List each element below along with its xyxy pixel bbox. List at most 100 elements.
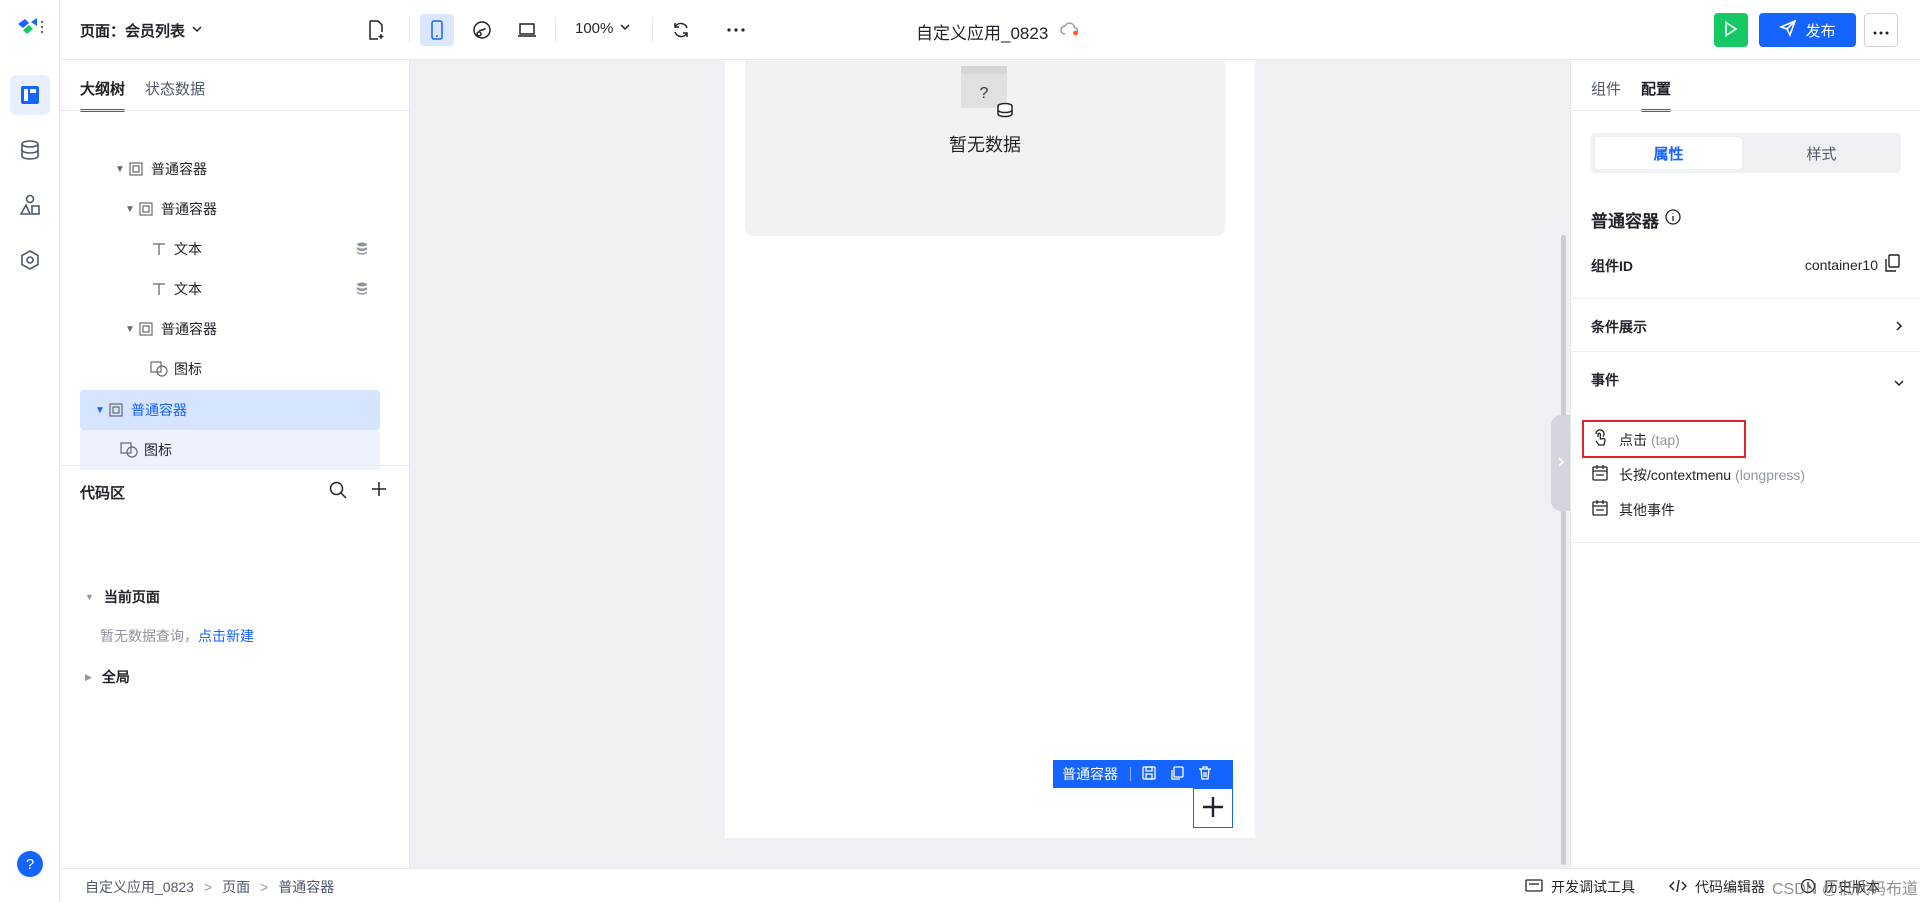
breadcrumb-page[interactable]: 页面 bbox=[222, 877, 250, 897]
run-button[interactable] bbox=[1714, 13, 1748, 47]
component-name: 普通容器 bbox=[1591, 207, 1681, 232]
tab-outline-tree[interactable]: 大纲树 bbox=[80, 78, 126, 112]
tree-node-label: 普通容器 bbox=[131, 402, 187, 418]
code-editor-label: 代码编辑器 bbox=[1695, 879, 1765, 895]
desktop-view-icon[interactable] bbox=[510, 14, 544, 46]
canvas-scrollbar[interactable] bbox=[1561, 235, 1566, 865]
send-icon bbox=[1779, 19, 1797, 41]
page-selector[interactable]: 页面：会员列表 bbox=[80, 20, 203, 41]
tab-components[interactable]: 组件 bbox=[1591, 78, 1621, 99]
tree-node-label: 文本 bbox=[174, 241, 202, 257]
segment-properties[interactable]: 属性 bbox=[1595, 137, 1742, 169]
page-selector-label: 页面：会员列表 bbox=[80, 23, 186, 40]
event-longpress-name: 长按/contextmenu bbox=[1619, 466, 1732, 483]
caret-down-icon[interactable]: ▼ bbox=[115, 164, 127, 175]
caret-down-icon[interactable]: ▼ bbox=[125, 204, 137, 215]
top-bar: 页面：会员列表 100% 自定义应用_0823 发布 bbox=[60, 0, 1920, 60]
publish-label: 发布 bbox=[1805, 22, 1836, 40]
events-section-header[interactable]: 事件 bbox=[1571, 352, 1920, 404]
code-area-title: 代码区 bbox=[80, 485, 126, 502]
caret-down-icon[interactable]: ▼ bbox=[125, 324, 137, 335]
panel-collapse-handle[interactable] bbox=[1551, 415, 1571, 511]
more-actions-button[interactable] bbox=[1864, 13, 1898, 47]
mobile-view-icon[interactable] bbox=[420, 14, 454, 46]
info-icon[interactable] bbox=[1665, 209, 1681, 230]
copy-icon[interactable] bbox=[1169, 765, 1185, 784]
empty-query-text: 暂无数据查询， bbox=[100, 628, 198, 644]
svg-text:?: ? bbox=[26, 856, 34, 873]
caret-down-icon: ▼ bbox=[85, 592, 94, 602]
container-icon bbox=[137, 320, 155, 338]
tree-node-container[interactable]: ▼ 普通容器 bbox=[80, 309, 380, 349]
current-page-group[interactable]: ▼ 当前页面 bbox=[85, 587, 160, 607]
breadcrumb-component[interactable]: 普通容器 bbox=[278, 877, 334, 897]
add-icon[interactable] bbox=[370, 480, 388, 501]
chevron-down-icon bbox=[1893, 374, 1905, 390]
tree-node-label: 普通容器 bbox=[151, 161, 207, 177]
breadcrumb-separator: > bbox=[203, 879, 213, 895]
add-component-button[interactable] bbox=[1193, 788, 1233, 828]
database-icon[interactable] bbox=[10, 130, 50, 170]
delete-icon[interactable] bbox=[1197, 765, 1213, 784]
dev-tools-label: 开发调试工具 bbox=[1551, 879, 1635, 895]
chevron-down-icon bbox=[619, 20, 631, 37]
container-icon bbox=[127, 160, 145, 178]
tree-node-icon[interactable]: 图标 bbox=[80, 349, 380, 389]
event-longpress[interactable]: 长按/contextmenu (longpress) bbox=[1591, 464, 1805, 485]
phone-preview: ? 暂无数据 普通容器 bbox=[725, 60, 1255, 838]
refresh-icon[interactable] bbox=[664, 14, 698, 46]
dev-tools-button[interactable]: 开发调试工具 bbox=[1525, 877, 1635, 897]
app-title-text: 自定义应用_0823 bbox=[916, 24, 1049, 43]
chevron-right-icon bbox=[1557, 455, 1565, 471]
plus-icon bbox=[1201, 795, 1225, 822]
add-page-icon[interactable] bbox=[359, 14, 393, 46]
tree-node-icon[interactable]: 图标 bbox=[80, 430, 380, 470]
zoom-select[interactable]: 100% bbox=[575, 20, 631, 37]
tree-node-container[interactable]: ▼ 普通容器 bbox=[80, 189, 380, 229]
mini-program-icon[interactable] bbox=[465, 14, 499, 46]
selection-label: 普通容器 bbox=[1062, 766, 1118, 782]
events-label: 事件 bbox=[1591, 372, 1619, 388]
current-page-label: 当前页面 bbox=[103, 589, 160, 605]
global-group[interactable]: ▶ 全局 bbox=[85, 667, 130, 687]
caret-down-icon[interactable]: ▼ bbox=[95, 405, 107, 416]
save-icon[interactable] bbox=[1141, 765, 1157, 784]
zoom-value: 100% bbox=[575, 20, 614, 37]
search-icon[interactable] bbox=[328, 480, 348, 503]
tab-state-data[interactable]: 状态数据 bbox=[145, 78, 205, 99]
tree-node-container-selected[interactable]: ▼ 普通容器 bbox=[80, 390, 380, 430]
text-icon bbox=[150, 240, 168, 258]
event-other[interactable]: 其他事件 bbox=[1591, 499, 1675, 520]
data-binding-icon bbox=[356, 282, 368, 298]
text-icon bbox=[150, 280, 168, 298]
app-logo-icon[interactable] bbox=[10, 8, 50, 48]
tab-config[interactable]: 配置 bbox=[1641, 78, 1672, 112]
calendar-event-icon bbox=[1591, 464, 1609, 485]
tree-node-container[interactable]: ▼ 普通容器 bbox=[80, 149, 380, 189]
settings-hex-icon[interactable] bbox=[10, 240, 50, 280]
publish-button[interactable]: 发布 bbox=[1759, 13, 1856, 47]
selection-toolbar: 普通容器 bbox=[1053, 760, 1233, 788]
code-icon bbox=[1669, 879, 1687, 896]
empty-data-text: 暂无数据 bbox=[949, 135, 1021, 155]
tree-node-label: 文本 bbox=[174, 281, 202, 297]
outline-panel-icon[interactable] bbox=[10, 75, 50, 115]
segment-styles[interactable]: 样式 bbox=[1746, 137, 1897, 169]
tree-node-label: 普通容器 bbox=[161, 321, 217, 337]
tree-node-text[interactable]: 文本 bbox=[80, 269, 380, 309]
more-icon[interactable] bbox=[719, 14, 753, 46]
breadcrumb: 自定义应用_0823 > 页面 > 普通容器 bbox=[85, 877, 334, 897]
tree-node-text[interactable]: 文本 bbox=[80, 229, 380, 269]
help-icon[interactable]: ? bbox=[10, 844, 50, 884]
conditional-display-row[interactable]: 条件展示 bbox=[1571, 299, 1920, 351]
code-editor-button[interactable]: 代码编辑器 bbox=[1669, 877, 1765, 897]
status-bar: 自定义应用_0823 > 页面 > 普通容器 开发调试工具 代码编辑器 历史版本… bbox=[60, 868, 1920, 902]
breadcrumb-app[interactable]: 自定义应用_0823 bbox=[85, 877, 194, 897]
components-icon[interactable] bbox=[10, 185, 50, 225]
copy-icon[interactable] bbox=[1884, 254, 1900, 275]
shapes-icon bbox=[120, 441, 138, 459]
empty-box-icon: ? bbox=[961, 66, 1017, 123]
empty-data-card[interactable]: ? 暂无数据 bbox=[745, 60, 1225, 236]
container-icon bbox=[137, 200, 155, 218]
create-query-link[interactable]: 点击新建 bbox=[198, 628, 254, 644]
